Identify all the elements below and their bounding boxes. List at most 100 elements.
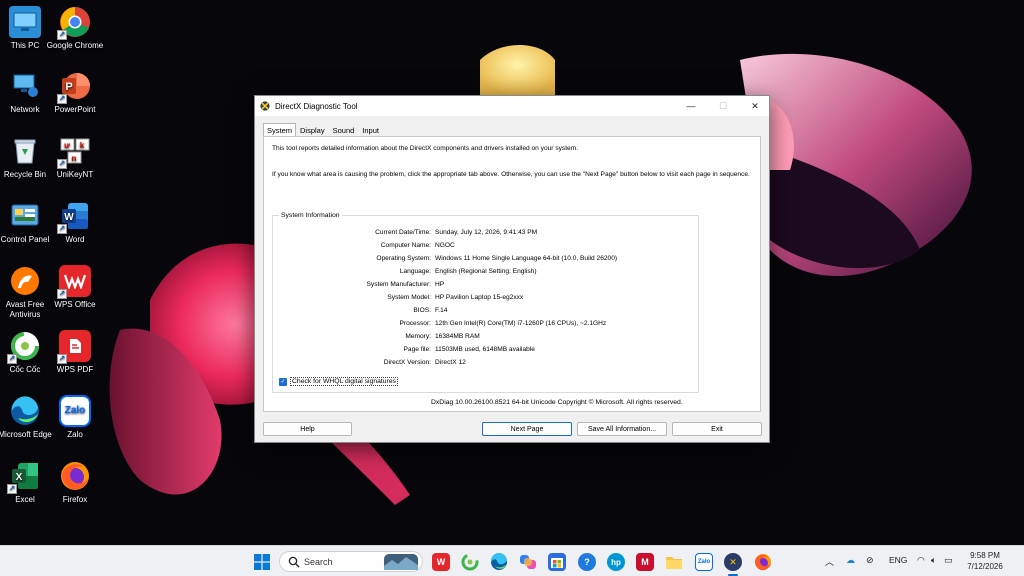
desktop-icon-wps-pdf[interactable]: ↗ WPS PDF: [45, 330, 105, 375]
system-tab-panel: This tool reports detailed information a…: [263, 136, 761, 412]
info-value: 11503MB used, 6148MB available: [435, 346, 535, 353]
info-value: 12th Gen Intel(R) Core(TM) i7-1260P (16 …: [435, 320, 607, 327]
exit-button[interactable]: Exit: [672, 422, 762, 436]
search-placeholder: Search: [304, 556, 333, 567]
wps-pdf-icon: ↗: [57, 330, 91, 364]
taskbar-edge[interactable]: [490, 553, 508, 571]
svg-text:n: n: [72, 154, 77, 163]
zalo-icon: Zalo: [697, 559, 711, 565]
info-row-directx-version: DirectX Version: DirectX 12: [273, 359, 693, 368]
desktop-icon-powerpoint[interactable]: P ↗ PowerPoint: [45, 70, 105, 115]
search-icon: [288, 556, 300, 567]
store-icon: [551, 558, 563, 568]
help-button[interactable]: Help: [263, 422, 352, 436]
shortcut-arrow-icon: ↗: [57, 354, 67, 364]
taskbar-get-help[interactable]: ?: [578, 553, 596, 571]
desktop-icon-wps-office[interactable]: ↗ WPS Office: [45, 265, 105, 310]
taskbar-zalo[interactable]: Zalo: [695, 553, 713, 571]
info-label: Language:: [399, 268, 431, 275]
info-value: 16384MB RAM: [435, 333, 480, 340]
start-button[interactable]: [253, 553, 271, 571]
taskbar-dxdiag[interactable]: ✕: [724, 553, 742, 571]
desktop-icon-zalo[interactable]: Zalo Zalo: [45, 395, 105, 440]
clock-date: 7/12/2026: [967, 562, 1003, 571]
maximize-icon: ☐: [718, 100, 728, 111]
edge-icon: [9, 395, 41, 427]
whql-checkbox[interactable]: ✓ Check for WHQL digital signatures: [279, 377, 399, 386]
info-value: NGOC: [435, 242, 455, 249]
desktop-icon-label: Word: [65, 235, 85, 244]
recycle-bin-icon: [9, 135, 41, 167]
taskbar-clock[interactable]: 9:58 PM 7/12/2026: [955, 550, 1015, 572]
desktop-icon-chrome[interactable]: ↗ Google Chrome: [45, 6, 105, 51]
instructions-text: If you know what area is causing the pro…: [272, 171, 750, 178]
word-icon: W ↗: [57, 200, 91, 234]
info-label: Computer Name:: [380, 242, 431, 249]
volume-icon[interactable]: 🔈︎: [931, 555, 936, 566]
folder-icon: [666, 557, 682, 569]
desktop-icon-word[interactable]: W ↗ Word: [45, 200, 105, 245]
info-row-page-file: Page file: 11503MB used, 6148MB available: [273, 346, 693, 355]
wps-office-icon: W: [436, 557, 446, 567]
wifi-icon[interactable]: ◠: [917, 555, 925, 566]
info-label: Memory:: [405, 333, 431, 340]
system-information-group: System Information Current Date/Time: Sun…: [272, 212, 699, 393]
firefox-icon: [755, 554, 771, 571]
checkbox-checked-icon[interactable]: ✓: [279, 377, 287, 386]
copilot-icon: [520, 555, 536, 569]
taskbar-coccoc[interactable]: [461, 553, 479, 571]
show-hidden-icons-chevron-icon[interactable]: ︿: [825, 555, 834, 568]
save-all-information-button[interactable]: Save All Information...: [577, 422, 667, 436]
shortcut-arrow-icon: ↗: [7, 354, 17, 364]
info-row-manufacturer: System Manufacturer: HP: [273, 281, 693, 290]
search-highlight-icon: [384, 553, 418, 570]
info-row-date-time: Current Date/Time: Sunday, July 12, 2026,…: [273, 229, 693, 238]
svg-text:X: X: [16, 472, 23, 483]
svg-text:W: W: [64, 212, 74, 223]
dxdiag-app-icon: ✕: [729, 556, 737, 567]
info-value: DirectX 12: [435, 359, 466, 366]
close-button[interactable]: ✕: [739, 96, 771, 116]
coccoc-icon: ↗: [7, 330, 41, 364]
taskbar-microsoft-store[interactable]: [548, 553, 566, 571]
chrome-icon: ↗: [57, 6, 91, 40]
onedrive-cloud-icon[interactable]: ☁: [846, 555, 855, 566]
input-language-indicator[interactable]: ENG: [889, 555, 907, 565]
maximize-button[interactable]: ☐: [707, 96, 739, 116]
shortcut-arrow-icon: ↗: [7, 484, 17, 494]
dxdiag-window: DirectX Diagnostic Tool — ☐ ✕ System Dis…: [254, 95, 770, 443]
help-question-icon: ?: [584, 557, 590, 567]
clock-time: 9:58 PM: [970, 551, 1000, 560]
network-disconnected-icon[interactable]: ⊘: [866, 555, 874, 566]
desktop-icon-unikey[interactable]: ư kn ↗ UniKeyNT: [45, 135, 105, 180]
info-value: HP Pavilion Laptop 15-eg2xxx: [435, 294, 524, 301]
taskbar-mcafee[interactable]: M: [636, 553, 654, 571]
svg-text:ư: ư: [64, 141, 70, 150]
taskbar-firefox[interactable]: [754, 553, 772, 571]
info-label: Processor:: [399, 320, 431, 327]
taskbar-search[interactable]: Search: [279, 551, 423, 572]
desktop-icon-label: Firefox: [62, 495, 88, 504]
info-label: Current Date/Time:: [375, 229, 431, 236]
group-title: System Information: [279, 212, 342, 219]
copyright-text: DxDiag 10.00.26100.8521 64-bit Unicode C…: [431, 399, 683, 406]
taskbar-wps-office[interactable]: W: [432, 553, 450, 571]
battery-icon[interactable]: ▭: [944, 555, 953, 566]
desktop-icon-label: Zalo: [67, 430, 83, 439]
info-row-operating-system: Operating System: Windows 11 Home Single …: [273, 255, 693, 264]
minimize-button[interactable]: —: [675, 96, 707, 116]
info-row-bios: BIOS: F.14: [273, 307, 693, 316]
info-value: Sunday, July 12, 2026, 9:41:43 PM: [435, 229, 538, 236]
next-page-button[interactable]: Next Page: [482, 422, 572, 436]
taskbar-file-explorer[interactable]: [665, 553, 683, 571]
info-row-computer-name: Computer Name: NGOC: [273, 242, 693, 251]
info-row-memory: Memory: 16384MB RAM: [273, 333, 693, 342]
taskbar-hp[interactable]: hp: [607, 553, 625, 571]
shortcut-arrow-icon: ↗: [57, 159, 67, 169]
info-value: F.14: [435, 307, 448, 314]
title-bar[interactable]: DirectX Diagnostic Tool — ☐ ✕: [255, 96, 769, 116]
wps-office-icon: ↗: [57, 265, 91, 299]
info-row-model: System Model: HP Pavilion Laptop 15-eg2xx…: [273, 294, 693, 303]
desktop-icon-firefox[interactable]: Firefox: [45, 460, 105, 505]
taskbar-copilot[interactable]: [519, 553, 537, 571]
